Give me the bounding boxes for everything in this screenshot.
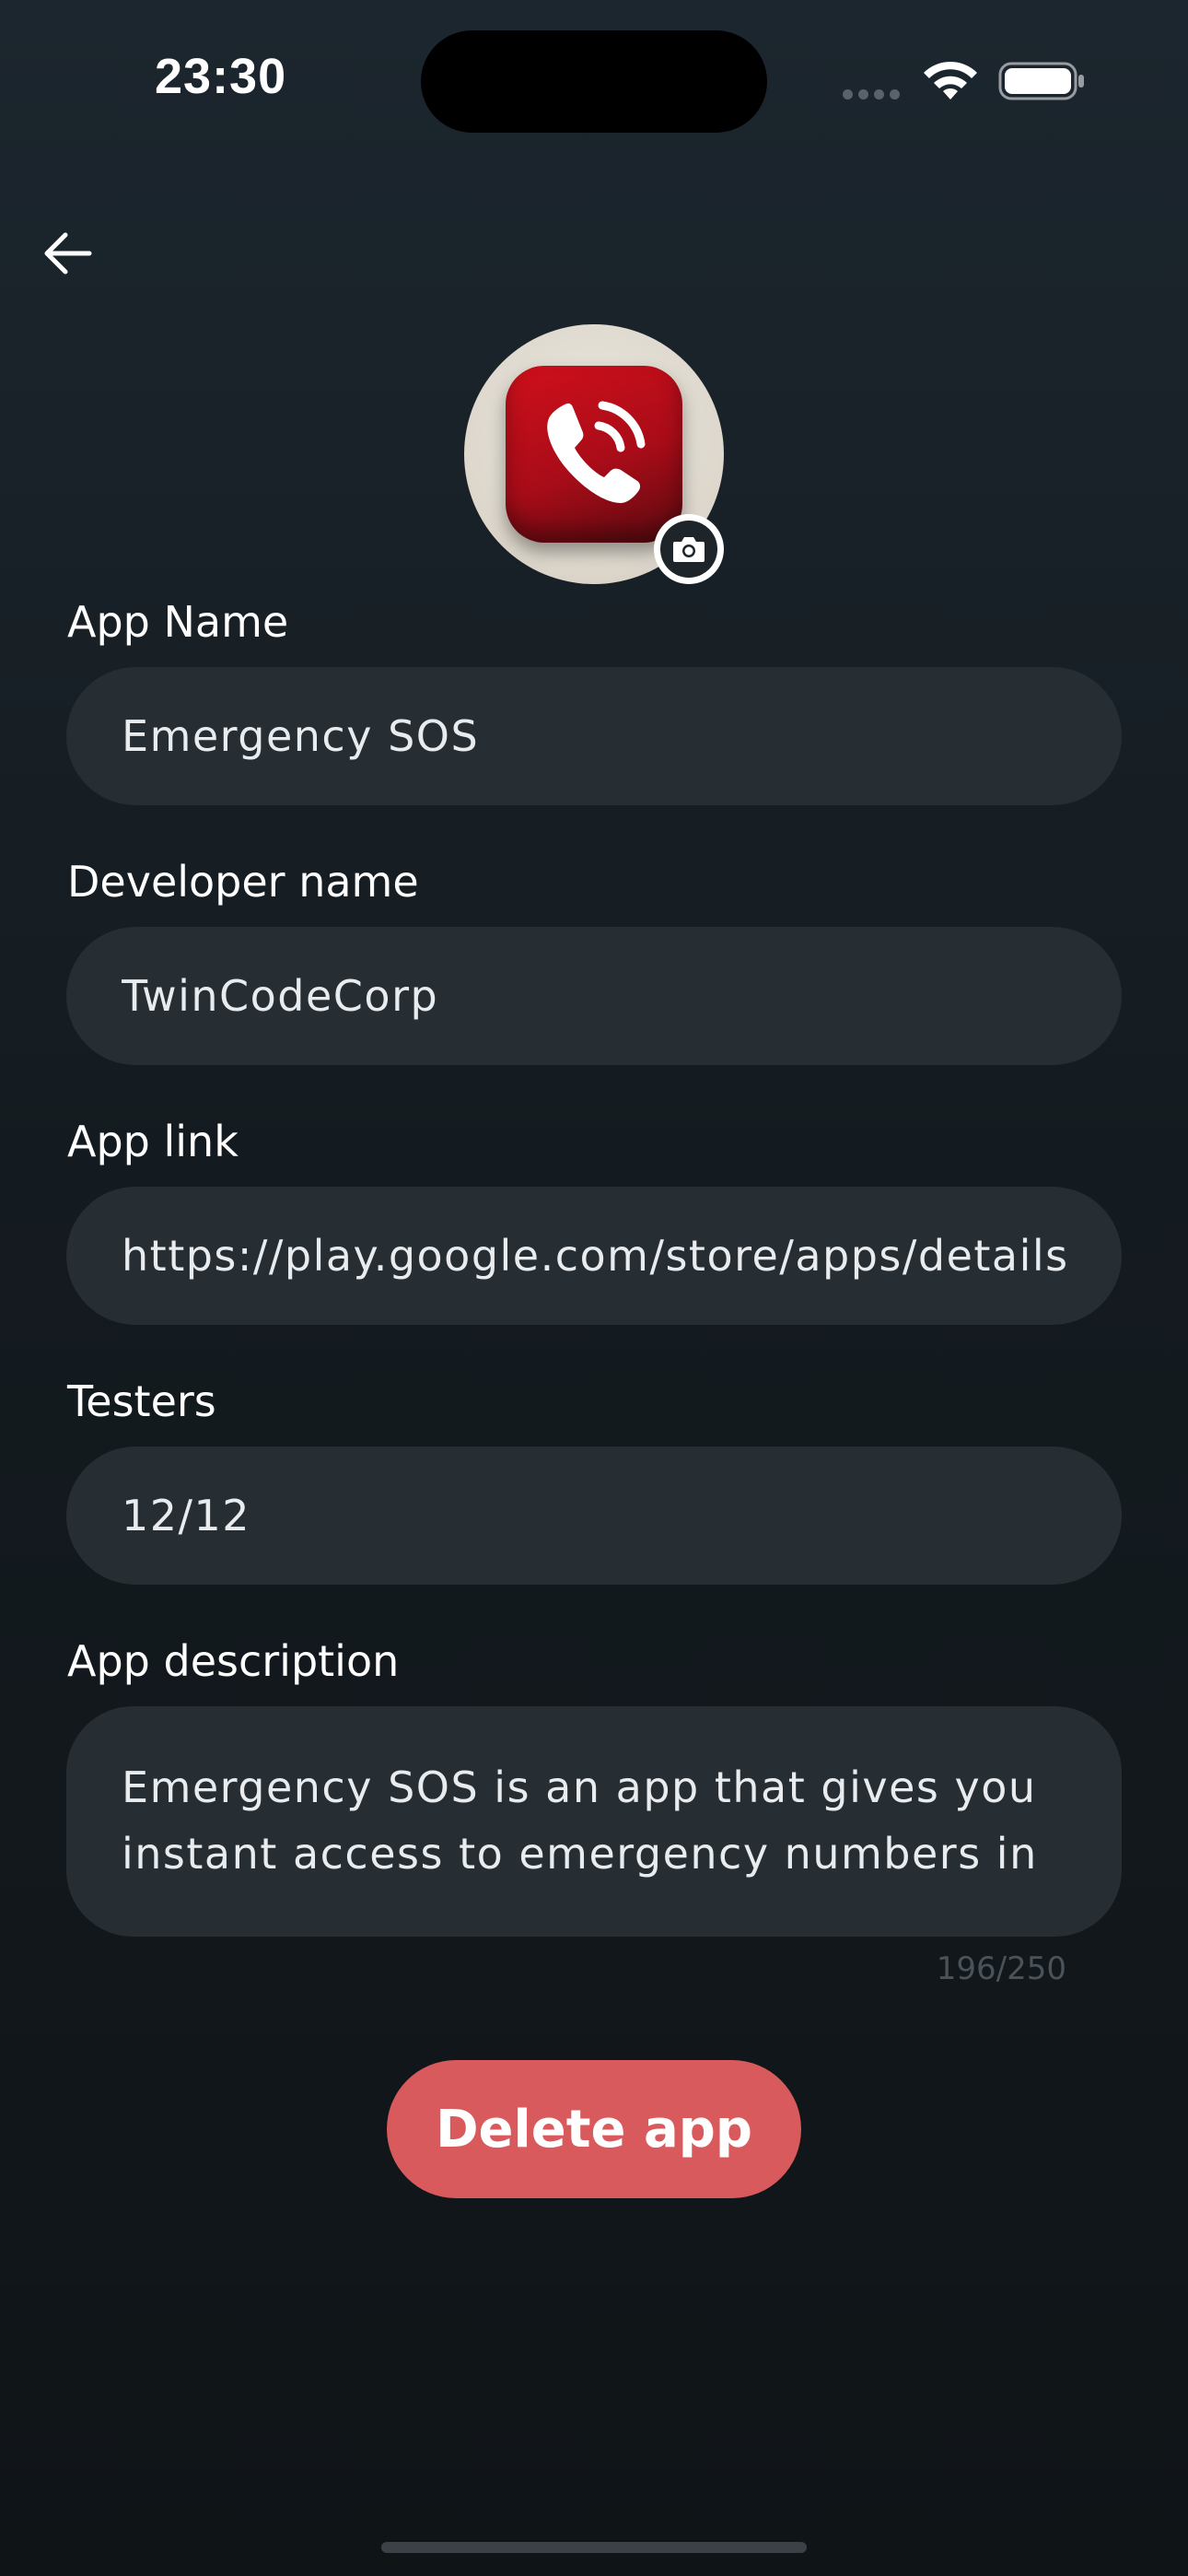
developer-name-value: TwinCodeCorp: [122, 971, 439, 1021]
developer-name-field[interactable]: TwinCodeCorp: [66, 927, 1122, 1065]
change-icon-button[interactable]: [654, 514, 724, 584]
status-time: 23:30: [155, 49, 287, 104]
app-icon-image: [506, 366, 682, 543]
arrow-left-icon: [44, 232, 92, 275]
app-description-label: App description: [67, 1636, 400, 1686]
testers-field[interactable]: 12/12: [66, 1446, 1122, 1585]
app-link-label: App link: [67, 1117, 239, 1166]
description-char-counter: 196/250: [936, 1950, 1066, 1987]
delete-app-button[interactable]: Delete app: [387, 2060, 801, 2198]
app-description-textarea[interactable]: Emergency SOS is an app that gives you i…: [66, 1706, 1122, 1937]
phone-ringing-icon: [547, 401, 646, 503]
home-indicator: [381, 2542, 807, 2553]
app-name-label: App Name: [67, 597, 289, 647]
testers-value: 12/12: [122, 1491, 251, 1540]
testers-label: Testers: [67, 1376, 216, 1426]
cellular-signal-icon: [843, 86, 905, 100]
dynamic-island: [421, 30, 767, 133]
app-link-field[interactable]: https://play.google.com/store/apps/detai…: [66, 1187, 1122, 1325]
app-link-value: https://play.google.com/store/apps/detai…: [122, 1231, 1066, 1281]
app-name-field[interactable]: Emergency SOS: [66, 667, 1122, 805]
app-description-value: Emergency SOS is an app that gives you i…: [122, 1762, 1038, 1879]
battery-icon: [998, 61, 1087, 101]
camera-icon: [673, 537, 705, 562]
back-button[interactable]: [35, 221, 99, 286]
developer-name-label: Developer name: [67, 857, 419, 907]
app-name-value: Emergency SOS: [122, 711, 480, 761]
wifi-icon: [921, 57, 980, 101]
